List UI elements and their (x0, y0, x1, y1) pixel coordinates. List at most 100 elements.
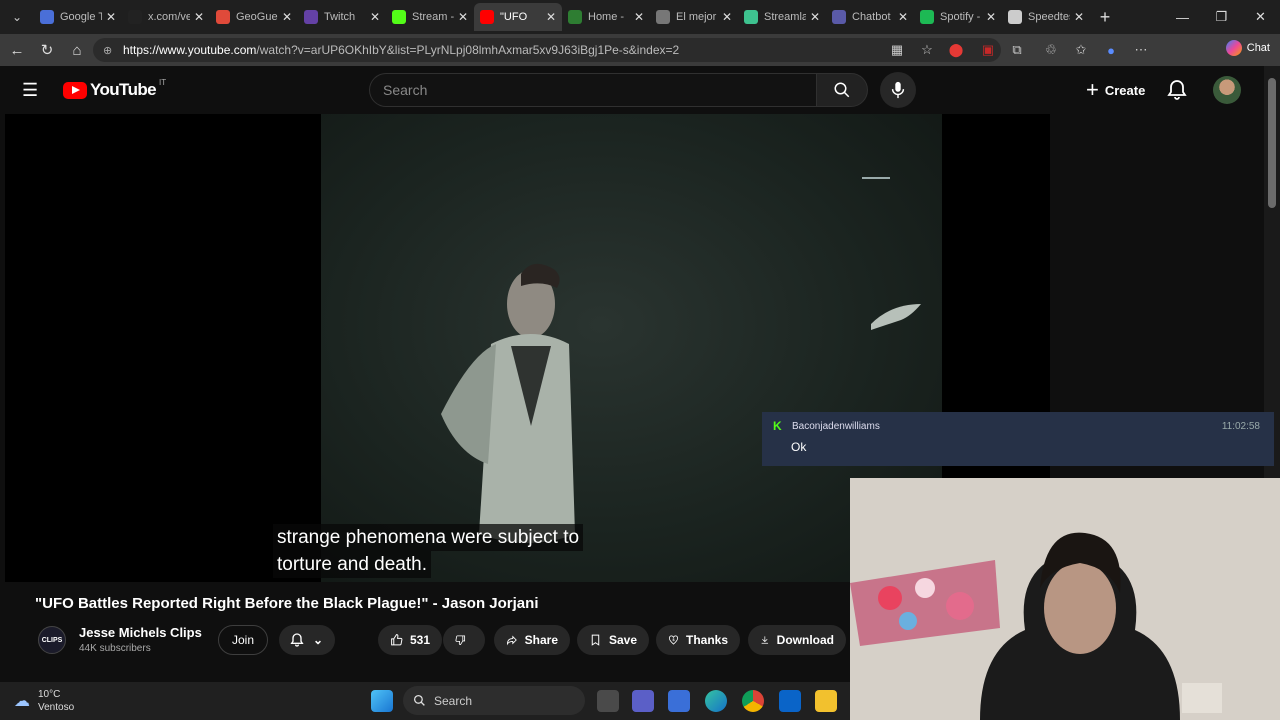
tab-close-icon[interactable]: ✕ (634, 10, 644, 24)
extension-record-icon[interactable]: ▣ (973, 42, 1003, 58)
search-button[interactable] (816, 73, 868, 107)
teams-icon[interactable] (632, 690, 654, 712)
download-label: Download (776, 633, 834, 647)
minimize-button[interactable]: — (1163, 0, 1202, 34)
edge-icon[interactable] (705, 690, 727, 712)
new-tab-button[interactable]: + (1090, 7, 1120, 28)
voice-search-button[interactable] (880, 72, 916, 108)
tab-favicon-icon (656, 10, 670, 24)
favorites-icon[interactable]: ✩ (1066, 42, 1096, 58)
url-path: /watch?v=arUP6OKhIbY&list=PLyrNLpj08lmhA… (256, 43, 680, 57)
bell-icon (290, 633, 304, 647)
back-button[interactable]: ← (2, 35, 32, 65)
browser-tab[interactable]: GeoGues ✕ (210, 3, 298, 31)
store-icon[interactable] (668, 690, 690, 712)
tab-favicon-icon (216, 10, 230, 24)
like-button[interactable]: 531 (378, 625, 442, 655)
browser-tab[interactable]: Home - ✕ (562, 3, 650, 31)
favorite-star-icon[interactable]: ☆ (912, 42, 942, 58)
like-count: 531 (409, 633, 430, 647)
tab-close-icon[interactable]: ✕ (1074, 10, 1084, 24)
extensions-icon[interactable]: ⧉ (1002, 42, 1032, 58)
search-input[interactable] (383, 82, 816, 98)
save-button[interactable]: Save (577, 625, 649, 655)
tab-list-menu-button[interactable]: ⌄ (0, 0, 34, 34)
home-button[interactable]: ⌂ (62, 35, 92, 65)
close-window-button[interactable]: ✕ (1241, 0, 1280, 34)
tab-close-icon[interactable]: ✕ (458, 10, 468, 24)
country-code: IT (159, 77, 167, 87)
file-explorer-icon[interactable] (815, 690, 837, 712)
weather-widget[interactable]: ☁ 10°C Ventoso (14, 688, 74, 714)
channel-avatar[interactable]: CLIPS (38, 626, 66, 654)
channel-name[interactable]: Jesse Michels Clips (79, 625, 202, 640)
chat-username: Baconjadenwilliams (792, 421, 880, 432)
browser-tab[interactable]: Google T ✕ (34, 3, 122, 31)
chat-timestamp: 11:02:58 (1221, 421, 1260, 432)
subscribed-notifications-button[interactable]: ⌄ (279, 625, 335, 655)
browser-essentials-icon[interactable]: ♲ (1036, 42, 1066, 58)
video-scene (441, 177, 921, 543)
tab-favicon-icon (920, 10, 934, 24)
scrollbar-thumb[interactable] (1268, 78, 1276, 208)
task-view-icon[interactable] (597, 690, 619, 712)
window-controls: — ❐ ✕ (1163, 0, 1280, 34)
join-button[interactable]: Join (218, 625, 268, 655)
chrome-icon[interactable] (742, 690, 764, 712)
tab-close-icon[interactable]: ✕ (370, 10, 380, 24)
account-avatar[interactable] (1213, 76, 1241, 104)
tab-label: Streamla (764, 11, 806, 23)
browser-tab[interactable]: Spotify - ✕ (914, 3, 1002, 31)
youtube-wordmark: YouTube (90, 80, 157, 99)
create-button[interactable]: + Create (1074, 74, 1157, 106)
taskbar-search[interactable]: Search (403, 686, 585, 715)
copilot-chat-button[interactable]: Chat (1225, 40, 1270, 56)
svg-text:$: $ (672, 638, 674, 642)
site-info-icon[interactable]: ⊕ (103, 44, 117, 57)
maximize-button[interactable]: ❐ (1202, 0, 1241, 34)
tab-close-icon[interactable]: ✕ (722, 10, 732, 24)
address-bar[interactable]: ⊕ https://www.youtube.com/watch?v=arUP6O… (93, 38, 1001, 62)
dislike-button[interactable] (443, 625, 485, 655)
refresh-button[interactable]: ↻ (32, 35, 62, 65)
copilot-icon (1225, 40, 1242, 56)
more-menu-icon[interactable]: ⋯ (1126, 42, 1156, 58)
youtube-logo[interactable]: YouTube IT (63, 77, 167, 100)
person-arm (441, 344, 496, 464)
tab-close-icon[interactable]: ✕ (898, 10, 908, 24)
tab-close-icon[interactable]: ✕ (194, 10, 204, 24)
tab-close-icon[interactable]: ✕ (282, 10, 292, 24)
plus-icon: + (1086, 77, 1099, 102)
notifications-bell-icon[interactable] (1165, 78, 1189, 102)
wind-icon: ☁ (14, 693, 30, 710)
video-title: "UFO Battles Reported Right Before the B… (35, 595, 539, 612)
chat-label: Chat (1246, 42, 1270, 54)
browser-tab[interactable]: El mejor ✕ (650, 3, 738, 31)
app-available-icon[interactable]: ▦ (882, 42, 912, 58)
share-button[interactable]: Share (494, 625, 570, 655)
tab-close-icon[interactable]: ✕ (986, 10, 996, 24)
thanks-button[interactable]: $ Thanks (656, 625, 740, 655)
browser-tab[interactable]: "UFO ✕ (474, 3, 562, 31)
tab-favicon-icon (744, 10, 758, 24)
browser-tab[interactable]: Stream - ✕ (386, 3, 474, 31)
create-label: Create (1104, 82, 1146, 98)
tab-close-icon[interactable]: ✕ (106, 10, 116, 24)
search-box (369, 73, 816, 107)
outlook-icon[interactable] (779, 690, 801, 712)
browser-tab[interactable]: Streamla ✕ (738, 3, 826, 31)
browser-tab[interactable]: Twitch ✕ (298, 3, 386, 31)
browser-tab[interactable]: x.com/ve ✕ (122, 3, 210, 31)
download-button[interactable]: Download (748, 625, 846, 655)
browser-tab[interactable]: Chatbot ✕ (826, 3, 914, 31)
extension-red-icon[interactable]: ⬤ (941, 42, 971, 58)
guide-menu-icon[interactable]: ☰ (22, 80, 44, 100)
browser-tab[interactable]: Speedtes ✕ (1002, 3, 1090, 31)
start-windows-icon[interactable] (371, 690, 393, 712)
profile-icon[interactable]: ● (1096, 43, 1126, 58)
tab-label: Google T (60, 11, 102, 23)
video-frame (321, 114, 942, 582)
browser-tab-strip: ⌄ Google T✕x.com/ve✕GeoGues✕Twitch✕Strea… (0, 0, 1280, 34)
tab-close-icon[interactable]: ✕ (546, 10, 556, 24)
tab-close-icon[interactable]: ✕ (810, 10, 820, 24)
